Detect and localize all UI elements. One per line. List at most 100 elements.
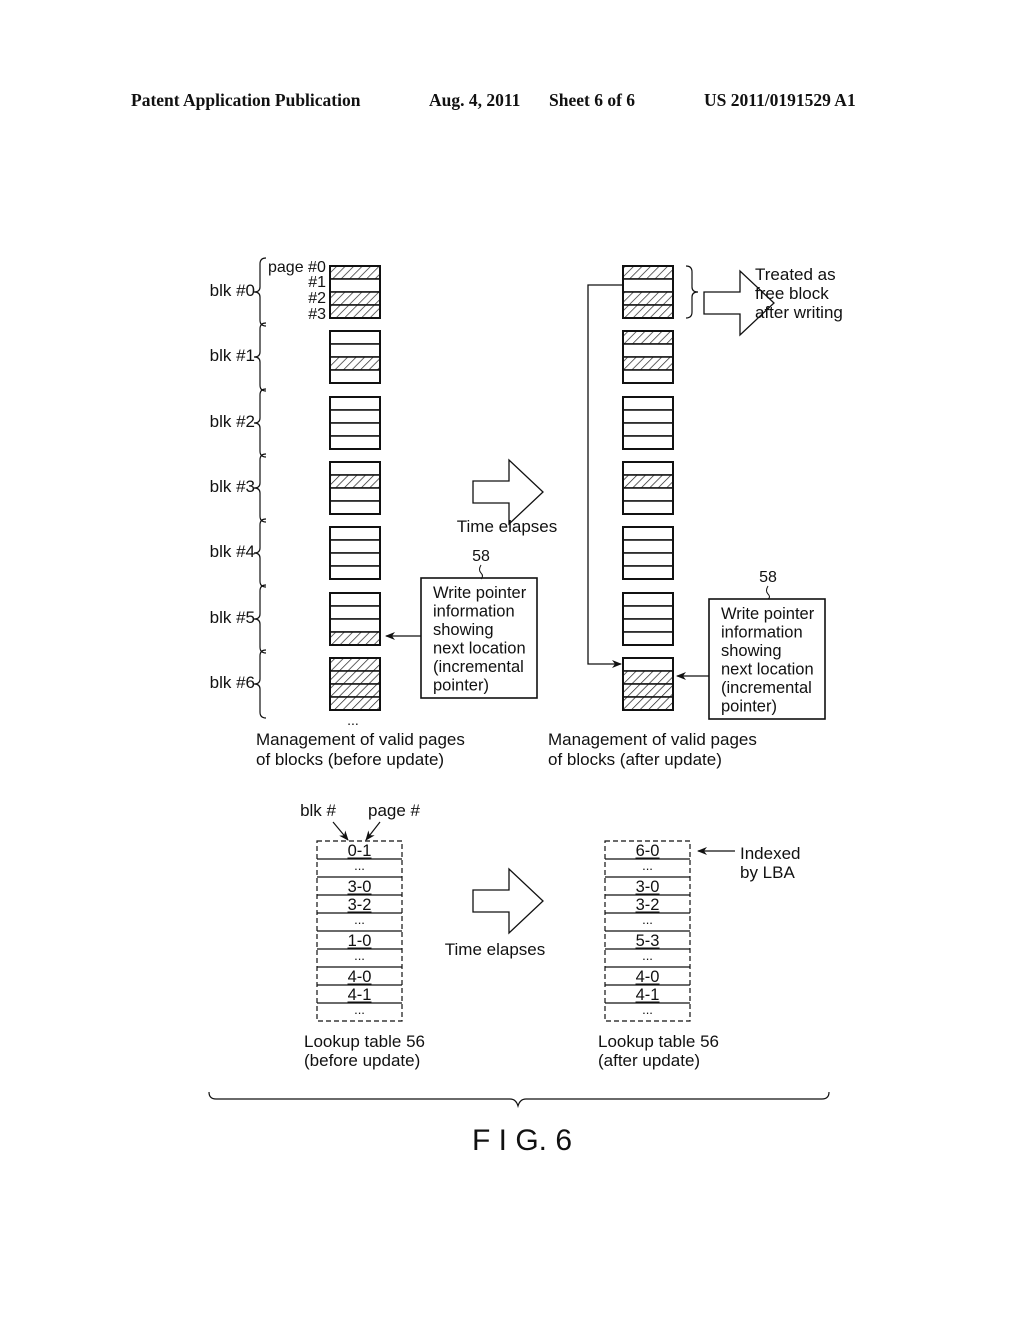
time-elapses-label: Time elapses [457,517,557,536]
invalid-page [329,435,381,450]
block-label: blk #4 [210,542,255,561]
write-pointer-text: information [433,603,515,621]
figure-brace [208,1091,830,1109]
before-block [329,592,381,646]
invalid-page [622,409,674,424]
block-brace [253,453,267,523]
invalid-page [622,618,674,633]
invalid-page [329,552,381,567]
invalid-page [622,500,674,515]
valid-page [329,670,381,685]
table-cell: 4-0 [348,968,372,986]
write-pointer-text: showing [433,621,494,639]
invalid-page [329,369,381,384]
table-cell: 4-0 [636,968,660,986]
lookup-caption-before: (before update) [304,1051,420,1070]
valid-page [329,265,381,280]
reference-numeral: 58 [472,548,490,565]
page-label: #1 [308,274,326,291]
page-label: #3 [308,306,326,323]
column-label-page: page # [368,801,421,820]
free-block-brace [685,265,699,319]
after-block [622,330,674,384]
leader-line [479,564,483,580]
after-block [622,526,674,580]
block-label: blk #2 [210,412,255,431]
time-elapses-label: Time elapses [445,940,545,959]
invalid-page [622,396,674,411]
block-brace [253,322,267,392]
before-block [329,396,381,450]
lookup-table-before: 0-1...3-03-2...1-0...4-04-1... [316,840,403,1022]
index-note: Indexed [740,844,801,863]
valid-page [329,304,381,319]
before-block [329,461,381,515]
valid-page [329,291,381,306]
after-block [622,657,674,711]
valid-page [622,265,674,280]
write-pointer-text: Write pointer [721,605,815,623]
caption-before: of blocks (before update) [256,750,444,769]
write-pointer-text: pointer) [721,698,777,716]
block-label: blk #3 [210,477,255,496]
invalid-page [622,592,674,607]
block-label: blk #1 [210,346,255,365]
invalid-page [622,657,674,672]
invalid-page [329,565,381,580]
after-block [622,461,674,515]
free-block-note: Treated as [755,265,836,284]
invalid-page [329,500,381,515]
figure-label: F I G. 6 [472,1124,572,1157]
valid-page [622,330,674,345]
valid-page [329,474,381,489]
invalid-page [622,526,674,541]
lookup-caption-before: Lookup table 56 [304,1032,425,1051]
relocation-arrow [587,284,623,668]
table-cell: 3-0 [348,878,372,896]
table-cell: ... [354,912,365,927]
invalid-page [622,487,674,502]
invalid-page [329,605,381,620]
invalid-page [329,539,381,554]
block-brace [253,584,267,654]
valid-page [622,474,674,489]
write-pointer-text: showing [721,642,782,660]
write-pointer-text: (incremental [721,679,812,697]
invalid-page [329,526,381,541]
table-cell: ... [354,948,365,963]
index-note: by LBA [740,863,795,882]
valid-page [622,356,674,371]
table-cell: 3-0 [636,878,660,896]
table-cell: ... [354,858,365,873]
invalid-page [329,422,381,437]
table-cell: ... [642,912,653,927]
figure-6-diagram: blk #0 blk #1 blk #2 blk #3 blk #4 blk #5 blk … [208,257,843,1157]
invalid-page [622,565,674,580]
invalid-page [329,343,381,358]
after-block [622,396,674,450]
write-pointer-text: next location [433,640,526,658]
write-pointer-text: next location [721,661,814,679]
table-cell: ... [642,948,653,963]
leader-line [766,585,770,600]
block-label: blk #0 [210,281,255,300]
after-block [622,265,674,319]
valid-page [329,657,381,672]
invalid-page [329,592,381,607]
invalid-page [329,330,381,345]
invalid-page [622,552,674,567]
valid-page [622,670,674,685]
before-block [329,330,381,384]
block-brace [253,257,267,327]
lookup-caption-after: Lookup table 56 [598,1032,719,1051]
block-brace [253,649,267,719]
before-block [329,526,381,580]
invalid-page [622,278,674,293]
caption-after: Management of valid pages [548,730,757,749]
valid-page [622,683,674,698]
valid-page [622,696,674,711]
lookup-table-after: 6-0...3-03-2...5-3...4-04-1... [604,840,691,1022]
table-cell: ... [642,1002,653,1017]
valid-page [329,696,381,711]
caption-after: of blocks (after update) [548,750,722,769]
